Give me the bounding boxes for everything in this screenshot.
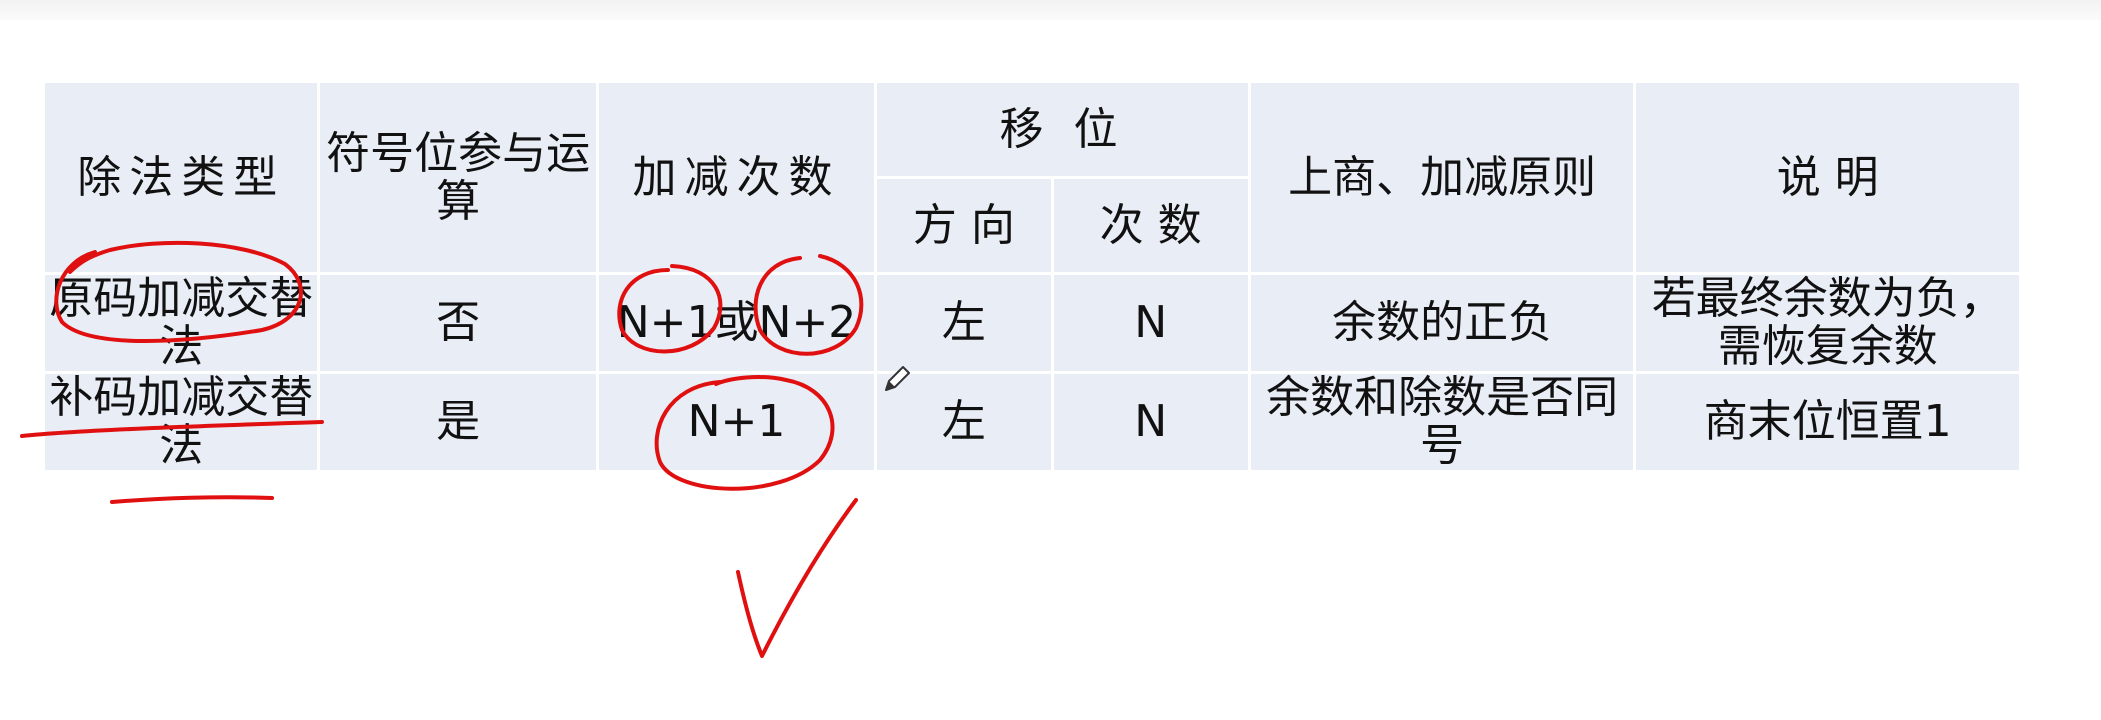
pen-cursor-icon	[885, 366, 910, 391]
header-sign-bit: 符号位参与运算	[317, 80, 599, 275]
check-mark	[736, 498, 858, 658]
header-rule: 上商、加减原则	[1247, 80, 1637, 275]
underline-mark	[110, 495, 274, 504]
cell-rule: 余数的正负	[1247, 272, 1637, 374]
window-top-strip	[0, 0, 2101, 20]
header-add-sub-count: 加减次数	[595, 80, 878, 275]
cell-note: 若最终余数为负，需恢复余数	[1633, 272, 2022, 374]
cell-add-sub-count: N+1	[595, 371, 878, 473]
header-direction: 方 向	[874, 176, 1054, 275]
header-row: 除法类型 符号位参与运算 加减次数 移 位 上商、加减原则 说 明	[41, 80, 2022, 275]
table-row: 原码加减交替法 否 N+1或N+2 左 N 余数的正负 若最终余数为负，需恢复余…	[41, 272, 2022, 374]
cell-sign-bit: 是	[317, 371, 599, 473]
header-note: 说 明	[1633, 80, 2022, 275]
header-division-type: 除法类型	[41, 80, 321, 275]
header-shift: 移 位	[874, 80, 1251, 179]
cell-times: N	[1050, 272, 1251, 374]
cell-sign-bit: 否	[317, 272, 599, 374]
cell-division-type: 补码加减交替法	[41, 371, 321, 473]
cell-direction: 左	[874, 272, 1054, 374]
division-methods-table: 除法类型 符号位参与运算 加减次数 移 位 上商、加减原则 说 明 方 向 次 …	[41, 80, 2022, 473]
table-row: 补码加减交替法 是 N+1 左 N 余数和除数是否同号 商末位恒置1	[41, 371, 2022, 473]
cell-add-sub-count: N+1或N+2	[595, 272, 878, 374]
header-times: 次 数	[1050, 176, 1251, 275]
cell-division-type: 原码加减交替法	[41, 272, 321, 374]
cell-note: 商末位恒置1	[1633, 371, 2022, 473]
cell-times: N	[1050, 371, 1251, 473]
cell-rule: 余数和除数是否同号	[1247, 371, 1637, 473]
